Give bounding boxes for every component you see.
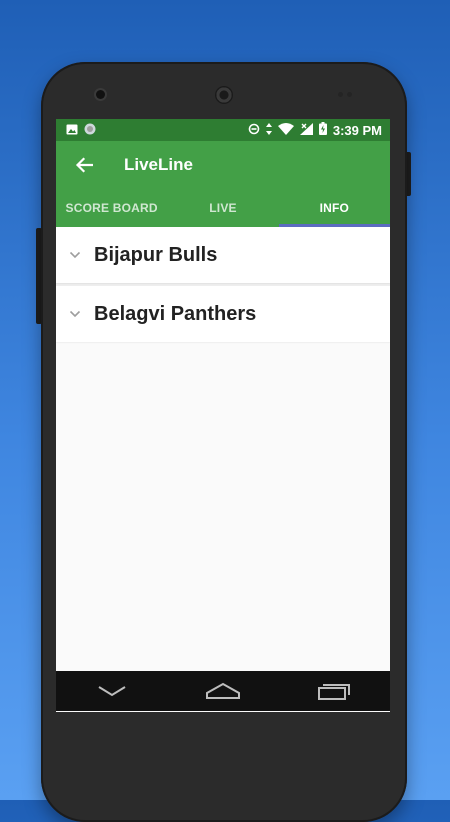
team-name: Belagvi Panthers [94,302,257,325]
back-nav-icon[interactable] [82,676,142,706]
page-title: LiveLine [124,154,193,174]
tab-bar: SCORE BOARD LIVE INFO [56,188,390,227]
proximity-sensor [338,92,352,97]
chevron-down-icon[interactable] [56,251,94,259]
team-row-belagvi-panthers[interactable]: Belagvi Panthers [56,286,390,342]
data-saver-icon [248,123,260,138]
system-nav-bar [56,671,390,711]
battery-charging-icon [318,122,327,138]
team-row-bijapur-bulls[interactable]: Bijapur Bulls [56,227,390,283]
front-camera [96,90,105,99]
home-nav-icon[interactable] [193,676,253,706]
circle-app-icon [84,123,96,138]
arrow-left-icon[interactable] [56,156,112,173]
status-time: 3:39 PM [332,122,382,138]
chevron-down-icon[interactable] [56,310,94,318]
recents-nav-icon[interactable] [304,676,364,706]
wifi-icon [277,122,294,138]
tab-info[interactable]: INFO [279,188,390,227]
tab-indicator [279,224,390,227]
app-bar: LiveLine [56,141,390,188]
tab-live[interactable]: LIVE [167,188,278,227]
app-screen: 3:39 PM LiveLine SCORE BOARD LIVE INFO B… [56,119,390,712]
data-transfer-icon [265,122,272,138]
earpiece-speaker [215,86,233,104]
team-list: Bijapur Bulls Belagvi Panthers [56,227,390,342]
image-icon [66,123,78,138]
signal-icon [299,122,313,138]
status-bar: 3:39 PM [56,119,390,141]
tab-score-board[interactable]: SCORE BOARD [56,188,167,227]
team-name: Bijapur Bulls [94,243,218,266]
